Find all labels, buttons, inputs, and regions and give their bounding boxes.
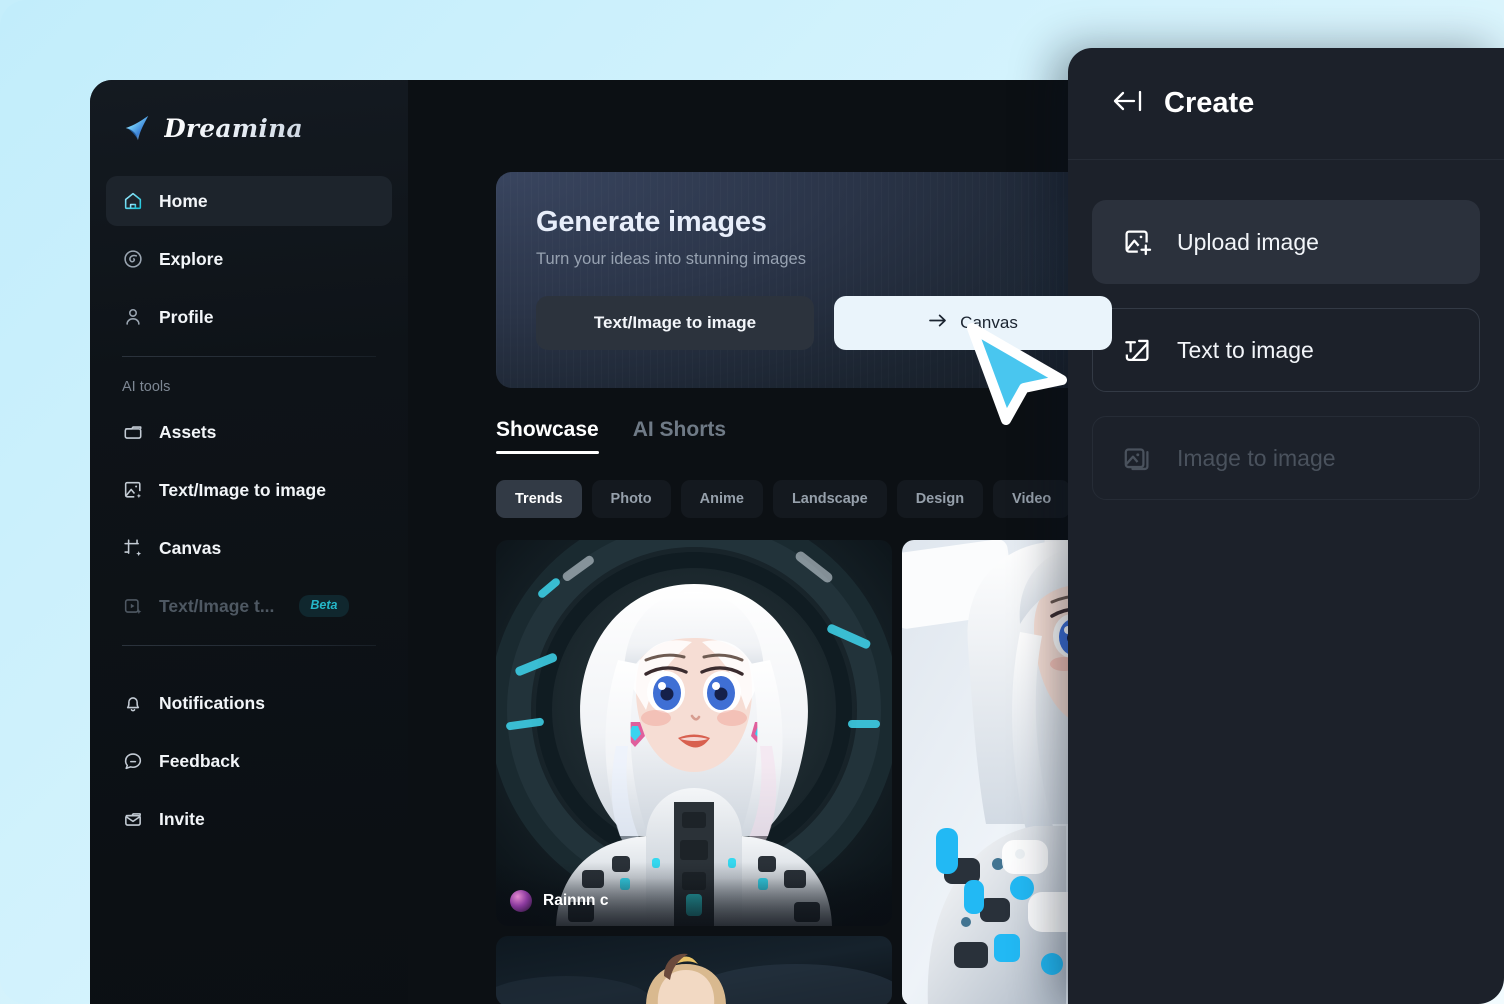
sidebar-item-text-image-to-image[interactable]: Text/Image to image [106, 465, 392, 515]
image-to-image-label: Image to image [1177, 444, 1336, 471]
feedback-icon [122, 750, 144, 772]
hero-title: Generate images [536, 206, 767, 238]
card-author: Rainnn c [543, 892, 609, 909]
sidebar-section-label: AI tools [122, 379, 171, 395]
create-panel-title: Create [1164, 87, 1255, 119]
filter-chip-design[interactable]: Design [896, 480, 984, 518]
sidebar-item-label: Feedback [159, 750, 240, 771]
canvas-button-label: Canvas [960, 313, 1018, 332]
sidebar-item-canvas[interactable]: Canvas [106, 523, 392, 573]
brand: Dreamina [106, 80, 392, 176]
arrow-right-icon [928, 313, 948, 333]
home-icon [122, 190, 144, 212]
card-artwork [496, 936, 892, 1004]
sidebar: Dreamina Home Explore Profile AI tools A… [90, 80, 408, 1004]
sidebar-item-label: Canvas [159, 537, 222, 558]
bell-icon [122, 692, 144, 714]
card-caption: Rainnn c [496, 878, 892, 926]
text-image-to-image-button[interactable]: Text/Image to image [536, 296, 814, 350]
sidebar-item-label: Assets [159, 421, 217, 442]
sidebar-item-explore[interactable]: Explore [106, 234, 392, 284]
sidebar-item-invite[interactable]: Invite [106, 794, 392, 844]
image-to-image-icon [1121, 442, 1153, 474]
image-to-image-option: Image to image [1092, 416, 1480, 500]
sidebar-item-feedback[interactable]: Feedback [106, 736, 392, 786]
filter-chip-trends[interactable]: Trends [496, 480, 582, 518]
collapse-left-icon[interactable] [1112, 88, 1144, 119]
video-sparkle-icon [122, 595, 144, 617]
sidebar-item-label: Notifications [159, 692, 265, 713]
folder-icon [122, 421, 144, 443]
hero-actions: Text/Image to image Canvas [536, 296, 1256, 350]
gallery-card[interactable] [496, 936, 892, 1004]
filter-chip-video[interactable]: Video [993, 480, 1071, 518]
card-artwork [496, 540, 892, 926]
filter-chip-photo[interactable]: Photo [591, 480, 671, 518]
sidebar-item-text-image-to-video: Text/Image t... Beta [106, 581, 392, 631]
sidebar-item-label: Text/Image to image [159, 479, 326, 500]
sidebar-item-label: Text/Image t... [159, 595, 275, 616]
tab-ai-shorts[interactable]: AI Shorts [633, 418, 726, 454]
sidebar-item-label: Explore [159, 248, 224, 269]
page-background: Dreamina Home Explore Profile AI tools A… [0, 0, 1504, 1004]
avatar [510, 890, 532, 912]
explore-icon [122, 248, 144, 270]
sidebar-item-label: Profile [159, 306, 214, 327]
image-sparkle-icon [122, 479, 144, 501]
gallery-column-left: Rainnn c [496, 540, 892, 1004]
tab-showcase[interactable]: Showcase [496, 418, 599, 454]
beta-badge: Beta [299, 595, 349, 617]
brand-name: Dreamina [164, 113, 303, 143]
gallery-card[interactable]: Rainnn c [496, 540, 892, 926]
sidebar-item-assets[interactable]: Assets [106, 407, 392, 457]
filter-chip-anime[interactable]: Anime [680, 480, 763, 518]
sidebar-item-home[interactable]: Home [106, 176, 392, 226]
hero-subtitle: Turn your ideas into stunning images [536, 250, 806, 268]
invite-icon [122, 808, 144, 830]
sidebar-item-profile[interactable]: Profile [106, 292, 392, 342]
sidebar-item-label: Home [159, 190, 208, 211]
profile-icon [122, 306, 144, 328]
canvas-frame-icon [122, 537, 144, 559]
canvas-button[interactable]: Canvas [834, 296, 1112, 350]
sidebar-item-notifications[interactable]: Notifications [106, 678, 392, 728]
sidebar-item-label: Invite [159, 808, 205, 829]
four-point-star-logo-icon [122, 113, 152, 143]
create-panel-header: Create [1068, 48, 1504, 160]
filter-chip-landscape[interactable]: Landscape [772, 480, 887, 518]
